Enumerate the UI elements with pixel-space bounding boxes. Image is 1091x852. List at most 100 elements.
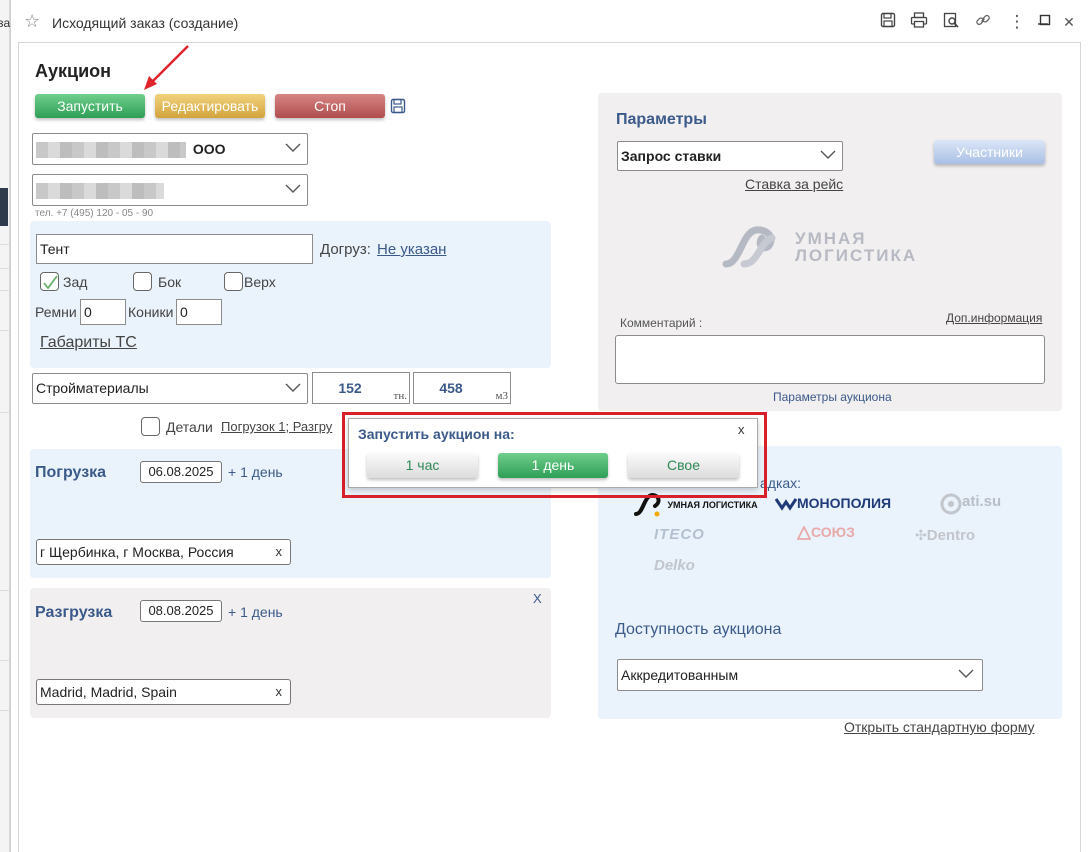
platform-logo-iteco[interactable]: ITECO bbox=[654, 526, 705, 543]
platform-logo-dentro[interactable]: ✣ Dentro bbox=[915, 527, 975, 545]
background-divider bbox=[0, 660, 10, 661]
save-icon[interactable] bbox=[878, 12, 898, 32]
unloading-address-field[interactable]: Madrid, Madrid, Spain x bbox=[36, 679, 291, 705]
checkbox-top[interactable] bbox=[224, 272, 243, 291]
platform-logo-soyuz[interactable]: СОЮЗ bbox=[796, 524, 855, 542]
extra-load-caption: Догруз: bbox=[320, 241, 371, 258]
company-suffix: ООО bbox=[192, 141, 226, 157]
participants-button[interactable]: Участники bbox=[934, 140, 1045, 164]
favorite-star-icon[interactable]: ☆ bbox=[24, 11, 40, 32]
rate-per-trip-link[interactable]: Ставка за рейс bbox=[745, 176, 843, 192]
details-label: Детали bbox=[166, 419, 213, 435]
more-icon[interactable]: ⋮ bbox=[1007, 12, 1027, 32]
save-small-icon[interactable] bbox=[390, 98, 406, 119]
request-type-select[interactable]: Запрос ставки bbox=[617, 141, 843, 171]
stops-summary-link[interactable]: Погрузок 1; Разгру bbox=[221, 419, 343, 434]
loading-plus-day[interactable]: + 1 день bbox=[228, 464, 283, 480]
chevron-down-icon bbox=[958, 669, 974, 678]
dimensions-link[interactable]: Габариты ТС bbox=[40, 334, 137, 352]
checkbox-rear[interactable] bbox=[40, 272, 59, 291]
unloading-plus-day[interactable]: + 1 день bbox=[228, 604, 283, 620]
cones-field[interactable]: 0 bbox=[176, 299, 222, 325]
popup-title: Запустить аукцион на: bbox=[358, 426, 515, 442]
chevron-down-icon bbox=[285, 143, 301, 152]
background-divider bbox=[0, 268, 10, 269]
volume-value: 458 bbox=[439, 380, 463, 396]
link-icon[interactable] bbox=[973, 12, 993, 32]
comment-textarea[interactable] bbox=[615, 335, 1045, 384]
open-standard-form-link[interactable]: Открыть стандартную форму bbox=[844, 719, 1034, 735]
background-divider bbox=[0, 590, 10, 591]
cones-label: Коники bbox=[128, 304, 174, 320]
contact-select[interactable] bbox=[32, 174, 308, 206]
checkbox-top-label: Верх bbox=[244, 274, 276, 290]
chevron-down-icon bbox=[285, 383, 301, 392]
loading-date-field[interactable]: 06.08.2025 bbox=[140, 461, 222, 483]
close-icon[interactable]: ✕ bbox=[1059, 12, 1079, 32]
extra-info-link[interactable]: Доп.информация bbox=[946, 311, 1042, 325]
logo-line1: УМНАЯ bbox=[795, 229, 867, 248]
background-app-strip: за bbox=[0, 0, 10, 852]
clear-loading-address-icon[interactable]: x bbox=[276, 540, 283, 564]
volume-unit: м3 bbox=[495, 390, 508, 402]
monopoly-logo-icon bbox=[774, 497, 798, 511]
weight-field[interactable]: 152 тн. bbox=[312, 372, 410, 404]
start-auction-button[interactable]: Запустить bbox=[35, 94, 145, 118]
umnaya-logistika-logo-icon bbox=[722, 226, 776, 268]
platform-logo-monopoly-text: МОНОПОЛИЯ bbox=[797, 495, 892, 511]
platform-logo-monopoly[interactable]: МОНОПОЛИЯ bbox=[774, 495, 891, 513]
checkbox-rear-label: Зад bbox=[63, 274, 88, 290]
clear-unloading-address-icon[interactable]: x bbox=[276, 680, 283, 704]
maximize-icon[interactable] bbox=[1035, 12, 1055, 32]
background-divider bbox=[0, 244, 10, 245]
duration-custom-button[interactable]: Свое bbox=[628, 453, 739, 478]
print-icon[interactable] bbox=[909, 12, 929, 32]
redacted-company-name bbox=[36, 142, 186, 159]
logo-text: УМНАЯ ЛОГИСТИКА bbox=[795, 230, 917, 264]
cargo-type-select[interactable]: Стройматериалы bbox=[32, 373, 308, 404]
extra-load-label: Догруз: Не указан bbox=[320, 241, 446, 258]
body-type-field[interactable]: Тент bbox=[36, 234, 313, 264]
platform-logo-ati-text: ati.su bbox=[962, 493, 1002, 510]
background-divider bbox=[0, 330, 10, 331]
duration-1-day-button[interactable]: 1 день bbox=[498, 453, 608, 478]
checkbox-details[interactable] bbox=[141, 417, 160, 436]
preview-icon[interactable] bbox=[941, 12, 961, 32]
loading-address-field[interactable]: г Щербинка, г Москва, Россия x bbox=[36, 539, 291, 565]
logo-line2: ЛОГИСТИКА bbox=[795, 246, 918, 265]
weight-unit: тн. bbox=[393, 390, 407, 402]
check-icon bbox=[43, 275, 58, 290]
background-divider bbox=[0, 412, 10, 413]
edit-auction-button[interactable]: Редактировать bbox=[155, 94, 265, 118]
comment-label: Комментарий : bbox=[620, 316, 703, 330]
remove-unloading-icon[interactable]: X bbox=[533, 591, 542, 606]
belts-field[interactable]: 0 bbox=[80, 299, 126, 325]
volume-field[interactable]: 458 м3 bbox=[413, 372, 511, 404]
background-app-dark-tab bbox=[0, 188, 8, 226]
loading-address-value: г Щербинка, г Москва, Россия bbox=[40, 544, 234, 560]
extra-load-link[interactable]: Не указан bbox=[377, 241, 446, 258]
popup-close-icon[interactable]: x bbox=[738, 422, 745, 437]
company-select[interactable]: ООО bbox=[32, 133, 308, 165]
stop-auction-button[interactable]: Стоп bbox=[275, 94, 385, 118]
redacted-contact-name bbox=[36, 183, 164, 200]
availability-title: Доступность аукциона bbox=[615, 621, 782, 638]
chevron-down-icon bbox=[820, 150, 836, 159]
availability-value: Аккредитованным bbox=[621, 667, 739, 683]
unloading-title: Разгрузка bbox=[35, 604, 113, 621]
parameters-title: Параметры bbox=[616, 111, 707, 128]
contact-phone: тел. +7 (495) 120 - 05 - 90 bbox=[35, 208, 154, 219]
platform-logo-umnaya-text: УМНАЯ ЛОГИСТИКА bbox=[667, 499, 758, 510]
request-type-value: Запрос ставки bbox=[621, 148, 722, 164]
unloading-address-value: Madrid, Madrid, Spain bbox=[40, 684, 177, 700]
unloading-date-field[interactable]: 08.08.2025 bbox=[140, 600, 222, 622]
duration-1-hour-button[interactable]: 1 час bbox=[367, 453, 478, 478]
annotation-arrow-icon bbox=[144, 45, 189, 90]
platform-logo-ati[interactable]: ati.su bbox=[940, 493, 1001, 515]
checkbox-side-label: Бок bbox=[158, 274, 182, 290]
ati-logo-icon bbox=[940, 493, 962, 515]
availability-select[interactable]: Аккредитованным bbox=[617, 659, 983, 691]
platform-logo-delko[interactable]: Delko bbox=[654, 557, 695, 574]
auction-heading: Аукцион bbox=[35, 61, 112, 81]
checkbox-side[interactable] bbox=[133, 272, 152, 291]
